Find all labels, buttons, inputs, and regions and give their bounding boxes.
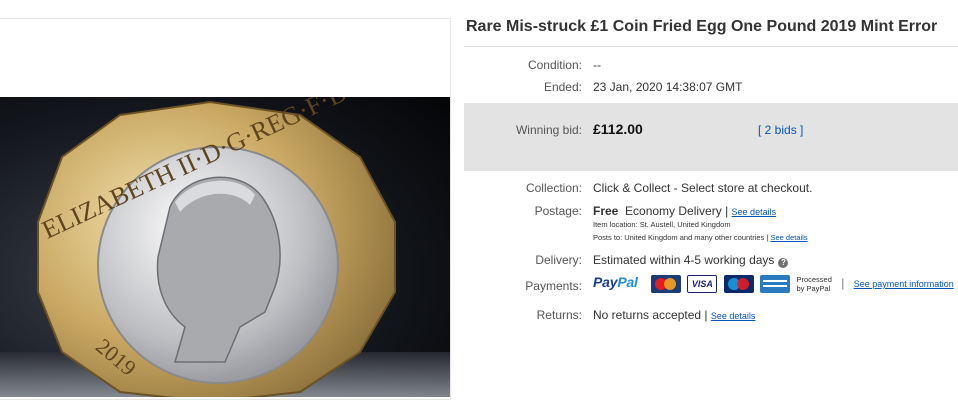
delivery-value: Estimated within 4-5 working days: [593, 253, 775, 267]
postage-service: Economy Delivery: [625, 204, 722, 218]
ended-value: 23 Jan, 2020 14:38:07 GMT: [593, 80, 743, 94]
visa-icon: VISA: [687, 274, 718, 293]
returns-see-details-link[interactable]: See details: [711, 311, 756, 321]
postage-label: Postage:: [534, 204, 582, 218]
postage-separator: |: [725, 204, 729, 218]
winning-bid-panel: Winning bid: £112.00 [ 2 bids ]: [464, 103, 958, 171]
mastercard-icon: [651, 274, 682, 293]
delivery-label: Delivery:: [535, 253, 582, 267]
listing-info: Rare Mis-struck £1 Coin Fried Egg One Po…: [464, 0, 958, 403]
question-icon[interactable]: ?: [778, 258, 789, 268]
item-photo-panel[interactable]: ELIZABETH II·D·G·REG·F·D 2019: [0, 18, 451, 400]
posts-to-separator: |: [766, 233, 769, 242]
returns-label: Returns:: [536, 308, 582, 322]
payment-methods: PayPal VISA Processed by PayPal | See pay…: [593, 274, 954, 293]
ended-label: Ended:: [543, 80, 582, 94]
postage-free: Free: [593, 204, 619, 218]
see-payment-information-link[interactable]: See payment information: [854, 279, 954, 289]
posts-to: Posts to: United Kingdom and many other …: [593, 233, 765, 242]
coin-photo[interactable]: ELIZABETH II·D·G·REG·F·D 2019: [0, 97, 450, 397]
amex-icon: [760, 274, 791, 293]
processed-by-paypal: Processed by PayPal: [796, 274, 832, 293]
returns-value: No returns accepted: [593, 308, 702, 322]
posts-to-line: Posts to: United Kingdom and many other …: [593, 233, 808, 242]
delivery-value-line: Estimated within 4-5 working days?: [593, 253, 789, 268]
item-location: Item location: St. Austell, United Kingd…: [593, 220, 731, 229]
posts-to-see-details-link[interactable]: See details: [770, 233, 807, 242]
winning-bid-label: Winning bid:: [515, 123, 582, 137]
payments-separator: |: [841, 276, 845, 290]
listing-title: Rare Mis-struck £1 Coin Fried Egg One Po…: [466, 18, 938, 35]
postage-value: Free Economy Delivery | See details: [593, 204, 776, 218]
returns-value-line: No returns accepted | See details: [593, 308, 755, 322]
collection-value: Click & Collect - Select store at checko…: [593, 181, 813, 195]
condition-value: --: [593, 58, 601, 72]
winning-bid-price: £112.00: [593, 121, 643, 137]
payments-label: Payments:: [525, 279, 582, 293]
collection-label: Collection:: [525, 181, 582, 195]
paypal-logo: PayPal: [593, 274, 638, 290]
condition-label: Condition:: [527, 58, 582, 72]
returns-separator: |: [704, 308, 708, 322]
maestro-icon: [723, 274, 754, 293]
bid-history-link[interactable]: [ 2 bids ]: [758, 123, 803, 137]
postage-see-details-link[interactable]: See details: [732, 207, 777, 217]
title-divider: [464, 46, 958, 47]
